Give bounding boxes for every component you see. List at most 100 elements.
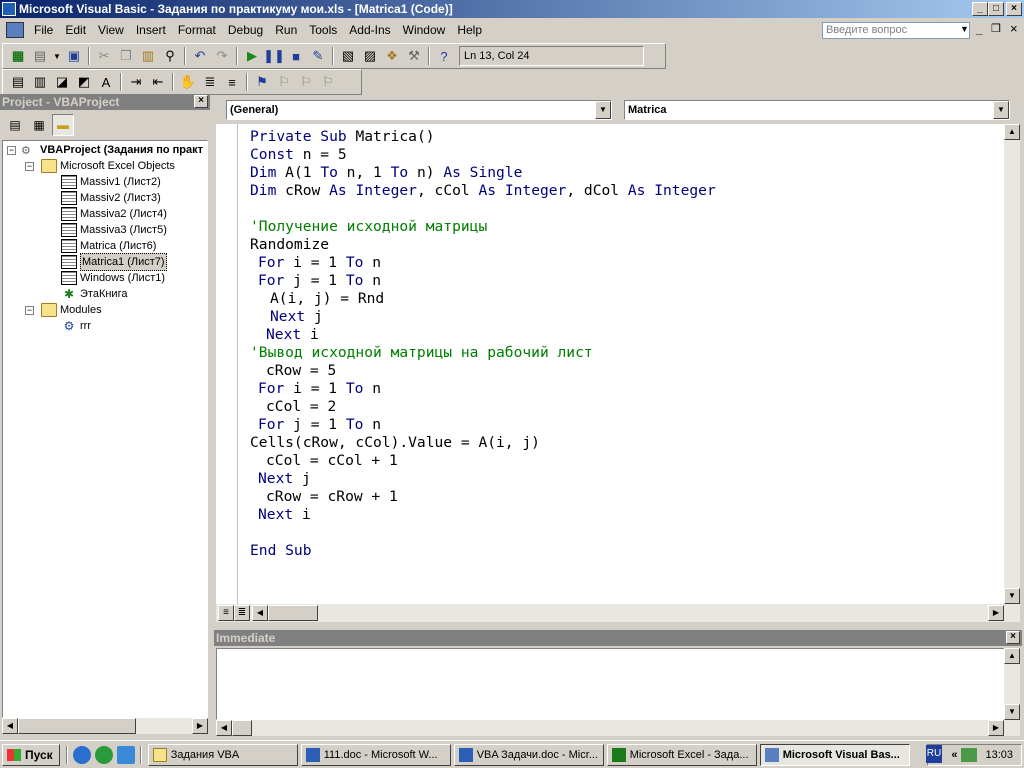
code-line[interactable]: cCol = 2	[266, 398, 336, 416]
clear-bookmarks-icon[interactable]: ⚐	[319, 73, 337, 91]
help-icon[interactable]: ?	[435, 47, 453, 65]
start-button[interactable]: Пуск	[2, 743, 60, 766]
menu-insert[interactable]: Insert	[130, 20, 172, 40]
tree-folder-modules[interactable]: Modules	[41, 302, 102, 318]
code-line[interactable]: For i = 1 To n	[258, 380, 381, 398]
save-icon[interactable]: ▣	[65, 47, 83, 65]
cut-icon[interactable]: ✂	[95, 47, 113, 65]
immediate-input[interactable]	[216, 648, 1020, 720]
procedure-view-button[interactable]: ≡	[218, 605, 234, 621]
menu-run[interactable]: Run	[269, 20, 303, 40]
undo-icon[interactable]: ↶	[191, 47, 209, 65]
code-line[interactable]: Randomize	[250, 236, 329, 254]
tree-item-massiv1[interactable]: Massiv1 (Лист2)	[61, 174, 161, 190]
scroll-thumb[interactable]	[268, 605, 318, 621]
toolbox-icon[interactable]: ⚒	[405, 47, 423, 65]
tree-item-massiva2[interactable]: Massiva2 (Лист4)	[61, 206, 167, 222]
taskbar-button-vb[interactable]: Microsoft Visual Bas...	[759, 743, 910, 766]
uncomment-block-icon[interactable]: ≡	[223, 73, 241, 91]
code-line[interactable]: A(i, j) = Rnd	[270, 290, 384, 308]
code-line[interactable]: For j = 1 To n	[258, 272, 381, 290]
scroll-left-button[interactable]: ◀	[252, 605, 268, 621]
menu-format[interactable]: Format	[172, 20, 222, 40]
taskbar-button-word-111[interactable]: 111.doc - Microsoft W...	[300, 743, 451, 766]
tree-item-windows[interactable]: Windows (Лист1)	[61, 270, 165, 286]
procedure-combo-dropdown[interactable]: ▼	[993, 101, 1009, 119]
code-line[interactable]: 'Получение исходной матрицы	[250, 218, 487, 236]
media-player-icon[interactable]	[94, 745, 113, 764]
quick-info-icon[interactable]: ◪	[53, 73, 71, 91]
document-icon[interactable]	[6, 22, 24, 38]
paste-icon[interactable]: ▥	[139, 47, 157, 65]
menu-edit[interactable]: Edit	[59, 20, 92, 40]
run-icon[interactable]: ▶	[243, 47, 261, 65]
code-line[interactable]: Next j	[258, 470, 311, 488]
code-line[interactable]: For j = 1 To n	[258, 416, 381, 434]
code-vscrollbar[interactable]: ▲ ▼	[1004, 124, 1020, 604]
complete-word-icon[interactable]: A	[97, 73, 115, 91]
insert-module-icon[interactable]: ▤	[31, 47, 49, 65]
code-line[interactable]: Next i	[258, 506, 311, 524]
scroll-right-button[interactable]: ▶	[988, 720, 1004, 736]
view-code-button[interactable]: ▤	[4, 114, 26, 136]
project-hscrollbar[interactable]: ◀ ▶	[2, 718, 208, 734]
code-line[interactable]: Dim cRow As Integer, cCol As Integer, dC…	[250, 182, 716, 200]
tree-item-massiv2[interactable]: Massiv2 (Лист3)	[61, 190, 161, 206]
procedure-combo[interactable]: Matrica ▼	[624, 100, 1010, 120]
scroll-thumb[interactable]	[232, 720, 252, 736]
root-collapse-toggle[interactable]: −	[7, 146, 16, 155]
full-module-view-button[interactable]: ≣	[234, 605, 250, 621]
tree-item-matrica[interactable]: Matrica (Лист6)	[61, 238, 156, 254]
code-line[interactable]: cCol = cCol + 1	[266, 452, 398, 470]
code-margin[interactable]	[216, 124, 238, 604]
redo-icon[interactable]: ↷	[213, 47, 231, 65]
menu-debug[interactable]: Debug	[222, 20, 269, 40]
next-bookmark-icon[interactable]: ⚐	[275, 73, 293, 91]
properties-window-icon[interactable]: ▨	[361, 47, 379, 65]
code-line[interactable]: Dim A(1 To n, 1 To n) As Single	[250, 164, 522, 182]
menu-file[interactable]: File	[28, 20, 59, 40]
parameter-info-icon[interactable]: ◩	[75, 73, 93, 91]
menu-view[interactable]: View	[92, 20, 130, 40]
previous-bookmark-icon[interactable]: ⚐	[297, 73, 315, 91]
doc-close-button[interactable]: ×	[1010, 21, 1018, 36]
menu-help[interactable]: Help	[451, 20, 488, 40]
view-excel-icon[interactable]: ▦	[9, 47, 27, 65]
immediate-hscrollbar[interactable]: ◀ ▶	[216, 720, 1020, 736]
design-mode-icon[interactable]: ✎	[309, 47, 327, 65]
toggle-folders-button[interactable]: ▬	[52, 114, 74, 136]
code-line[interactable]: Cells(cRow, cCol).Value = A(i, j)	[250, 434, 540, 452]
immediate-vscrollbar[interactable]: ▲ ▼	[1004, 648, 1020, 720]
vb-app-icon[interactable]	[2, 2, 16, 16]
scroll-left-button[interactable]: ◀	[216, 720, 232, 736]
clock[interactable]: 13:03	[985, 749, 1013, 761]
code-line[interactable]: Next i	[266, 326, 319, 344]
excel-objects-collapse-toggle[interactable]: −	[25, 162, 34, 171]
internet-explorer-icon[interactable]	[72, 745, 91, 764]
menu-add-ins[interactable]: Add-Ins	[343, 20, 396, 40]
ask-dropdown-icon[interactable]: ▼	[960, 24, 969, 34]
code-line[interactable]: cRow = 5	[266, 362, 336, 380]
scroll-left-button[interactable]: ◀	[2, 718, 18, 734]
scroll-up-button[interactable]: ▲	[1004, 648, 1020, 664]
scroll-down-button[interactable]: ▼	[1004, 704, 1020, 720]
list-properties-icon[interactable]: ▤	[9, 73, 27, 91]
doc-minimize-button[interactable]: _	[976, 22, 983, 36]
minimize-button[interactable]: _	[972, 2, 988, 16]
project-panel-close-button[interactable]: ×	[194, 95, 208, 108]
object-combo[interactable]: (General) ▼	[226, 100, 612, 120]
tree-item-matrica1[interactable]: Matrica1 (Лист7)	[61, 253, 167, 271]
tree-folder-excel-objects[interactable]: Microsoft Excel Objects	[41, 158, 175, 174]
scroll-up-button[interactable]: ▲	[1004, 124, 1020, 140]
insert-dropdown-icon[interactable]: ▼	[53, 47, 61, 65]
indent-icon[interactable]: ⇥	[127, 73, 145, 91]
modules-collapse-toggle[interactable]: −	[25, 306, 34, 315]
code-hscrollbar[interactable]: ≡ ≣ ◀ ▶	[216, 604, 1020, 622]
doc-restore-button[interactable]: ❐	[991, 22, 1001, 35]
scroll-thumb[interactable]	[18, 718, 136, 734]
code-editor[interactable]: Private Sub Matrica() Const n = 5 Dim A(1 …	[238, 124, 1006, 604]
object-combo-dropdown[interactable]: ▼	[595, 101, 611, 119]
tree-root-vbaproject[interactable]: ⚙ VBAProject (Задания по практ	[21, 142, 203, 158]
ask-question-input[interactable]: Введите вопрос	[822, 22, 970, 39]
copy-icon[interactable]: ❐	[117, 47, 135, 65]
